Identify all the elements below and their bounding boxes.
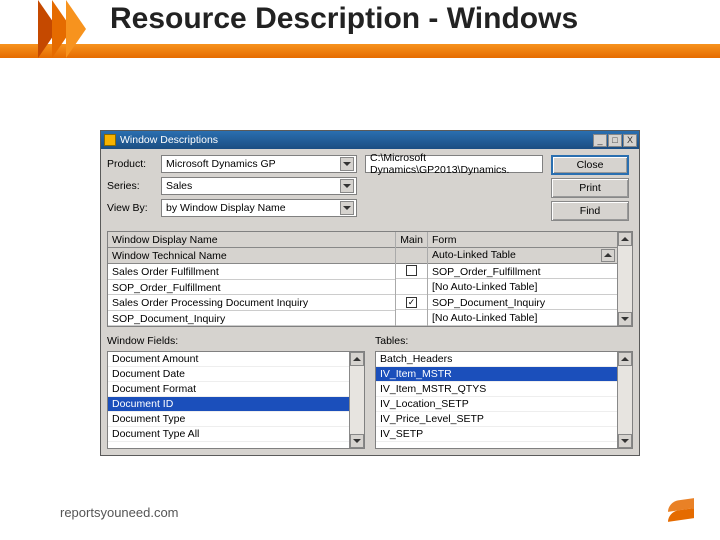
main-checkbox-row1[interactable]: [406, 265, 417, 276]
list-item[interactable]: Document Type All: [108, 427, 349, 442]
grid-cell[interactable]: SOP_Document_Inquiry: [428, 295, 617, 311]
col-autolinked[interactable]: Auto-Linked Table: [432, 249, 516, 261]
app-icon: [104, 134, 116, 146]
chevron-down-icon[interactable]: [340, 201, 354, 215]
list-item[interactable]: Document ID: [108, 397, 349, 412]
product-label: Product:: [107, 158, 155, 170]
close-button[interactable]: Close: [551, 155, 629, 175]
scroll-down-icon[interactable]: [618, 312, 632, 326]
scroll-up-icon[interactable]: [618, 352, 632, 366]
view-by-value: by Window Display Name: [166, 202, 286, 214]
grid-cell[interactable]: SOP_Order_Fulfillment: [108, 280, 395, 296]
list-item[interactable]: IV_Price_Level_SETP: [376, 412, 617, 427]
grid-cell[interactable]: [No Auto-Linked Table]: [428, 310, 617, 326]
product-combo[interactable]: Microsoft Dynamics GP: [161, 155, 357, 173]
print-button[interactable]: Print: [551, 178, 629, 198]
scroll-down-icon[interactable]: [350, 434, 364, 448]
list-item[interactable]: Batch_Headers: [376, 352, 617, 367]
scroll-up-icon[interactable]: [618, 232, 632, 246]
col-display-name[interactable]: Window Display Name: [108, 232, 395, 248]
title-chevron-decoration: [38, 0, 108, 58]
grid-cell[interactable]: SOP_Document_Inquiry: [108, 311, 395, 327]
series-label: Series:: [107, 180, 155, 192]
series-combo[interactable]: Sales: [161, 177, 357, 195]
slide-title: Resource Description - Windows: [110, 2, 578, 36]
col-technical-name[interactable]: Window Technical Name: [108, 248, 395, 264]
main-checkbox-row2[interactable]: ✓: [406, 297, 417, 308]
path-value: C:\Microsoft Dynamics\GP2013\Dynamics.: [370, 152, 540, 176]
find-button[interactable]: Find: [551, 201, 629, 221]
product-value: Microsoft Dynamics GP: [166, 158, 276, 170]
col-main[interactable]: Main: [396, 232, 427, 248]
list-item[interactable]: IV_SETP: [376, 427, 617, 442]
view-by-combo[interactable]: by Window Display Name: [161, 199, 357, 217]
windows-grid[interactable]: Window Display Name Window Technical Nam…: [107, 231, 633, 327]
list-item[interactable]: Document Amount: [108, 352, 349, 367]
minimize-button[interactable]: _: [593, 134, 607, 147]
list-item[interactable]: Document Format: [108, 382, 349, 397]
grid-empty-cell: [396, 279, 427, 295]
tables-scrollbar[interactable]: [617, 352, 632, 448]
grid-cell[interactable]: SOP_Order_Fulfillment: [428, 264, 617, 280]
window-fields-label: Window Fields:: [107, 335, 365, 349]
col-form[interactable]: Form: [428, 232, 617, 248]
dialog-titlebar[interactable]: Window Descriptions _ □ X: [101, 131, 639, 149]
list-item[interactable]: IV_Location_SETP: [376, 397, 617, 412]
list-item[interactable]: IV_Item_MSTR_QTYS: [376, 382, 617, 397]
grid-cell[interactable]: Sales Order Processing Document Inquiry: [108, 295, 395, 311]
view-by-label: View By:: [107, 202, 155, 214]
tables-label: Tables:: [375, 335, 633, 349]
close-window-button[interactable]: X: [623, 134, 637, 147]
grid-scrollbar[interactable]: [617, 232, 632, 326]
col-main-blank: [396, 248, 427, 264]
scroll-up-icon[interactable]: [350, 352, 364, 366]
footer-logo-icon: [668, 500, 694, 526]
scroll-down-icon[interactable]: [618, 434, 632, 448]
footer-url: reportsyouneed.com: [60, 505, 179, 520]
grid-empty-cell: [396, 310, 427, 326]
series-value: Sales: [166, 180, 192, 192]
fields-scrollbar[interactable]: [349, 352, 364, 448]
chevron-down-icon[interactable]: [340, 157, 354, 171]
window-fields-list[interactable]: Document AmountDocument DateDocument For…: [108, 352, 349, 448]
chevron-down-icon[interactable]: [340, 179, 354, 193]
maximize-button[interactable]: □: [608, 134, 622, 147]
list-item[interactable]: Document Type: [108, 412, 349, 427]
window-descriptions-dialog: Window Descriptions _ □ X Product: Micro…: [100, 130, 640, 456]
list-item[interactable]: Document Date: [108, 367, 349, 382]
path-textbox[interactable]: C:\Microsoft Dynamics\GP2013\Dynamics.: [365, 155, 543, 173]
grid-expand-button[interactable]: [601, 249, 615, 262]
list-item[interactable]: IV_Item_MSTR: [376, 367, 617, 382]
tables-list[interactable]: Batch_HeadersIV_Item_MSTRIV_Item_MSTR_QT…: [376, 352, 617, 448]
grid-cell[interactable]: [No Auto-Linked Table]: [428, 279, 617, 295]
grid-cell[interactable]: Sales Order Fulfillment: [108, 264, 395, 280]
dialog-title-text: Window Descriptions: [120, 134, 218, 146]
